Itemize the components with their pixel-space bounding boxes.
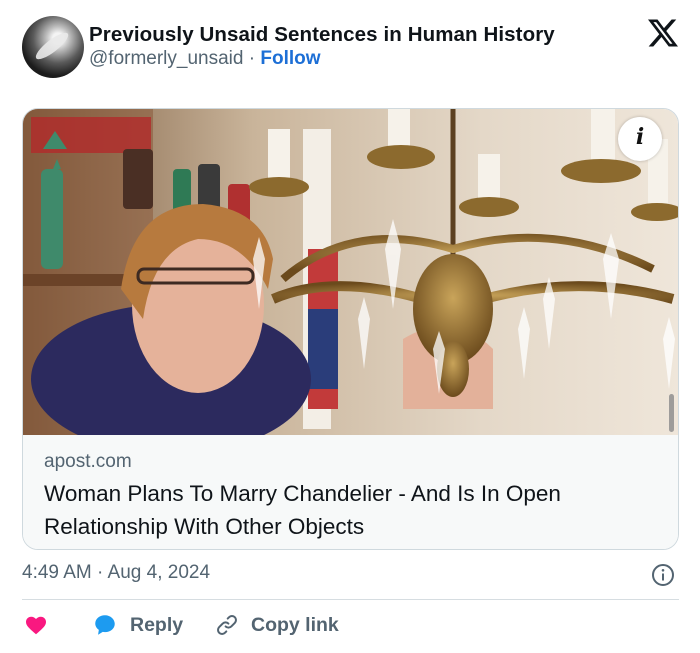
like-button[interactable] <box>24 610 48 640</box>
link-icon <box>217 615 237 635</box>
info-icon[interactable] <box>651 563 675 587</box>
x-logo-icon[interactable] <box>648 18 678 48</box>
follow-button[interactable]: Follow <box>260 48 320 69</box>
avatar[interactable] <box>22 16 84 78</box>
handle[interactable]: @formerly_unsaid <box>89 48 243 69</box>
handle-row: @formerly_unsaid · Follow <box>89 48 321 70</box>
article-image <box>23 109 678 435</box>
copy-link-label: Copy link <box>251 613 339 636</box>
info-badge[interactable]: i <box>618 117 662 161</box>
card-footer: apost.com Woman Plans To Marry Chandelie… <box>23 435 678 549</box>
post-timestamp[interactable]: 4:49 AM · Aug 4, 2024 <box>22 562 210 584</box>
reply-label: Reply <box>130 613 184 636</box>
display-name[interactable]: Previously Unsaid Sentences in Human His… <box>89 23 555 47</box>
reply-button[interactable]: Reply <box>92 610 183 640</box>
divider <box>22 599 679 600</box>
info-glyph: i <box>635 124 645 150</box>
separator: · <box>248 48 256 69</box>
heart-icon <box>26 616 46 635</box>
card-domain: apost.com <box>44 451 132 472</box>
action-bar: Reply Copy link <box>22 610 682 640</box>
link-card[interactable]: i apost.com Woman Plans To Marry Chandel… <box>22 108 679 550</box>
speech-bubble-icon <box>95 615 115 635</box>
copy-link-button[interactable]: Copy link <box>215 610 339 640</box>
post-header: Previously Unsaid Sentences in Human His… <box>22 16 682 78</box>
card-title[interactable]: Woman Plans To Marry Chandelier - And Is… <box>44 477 664 543</box>
